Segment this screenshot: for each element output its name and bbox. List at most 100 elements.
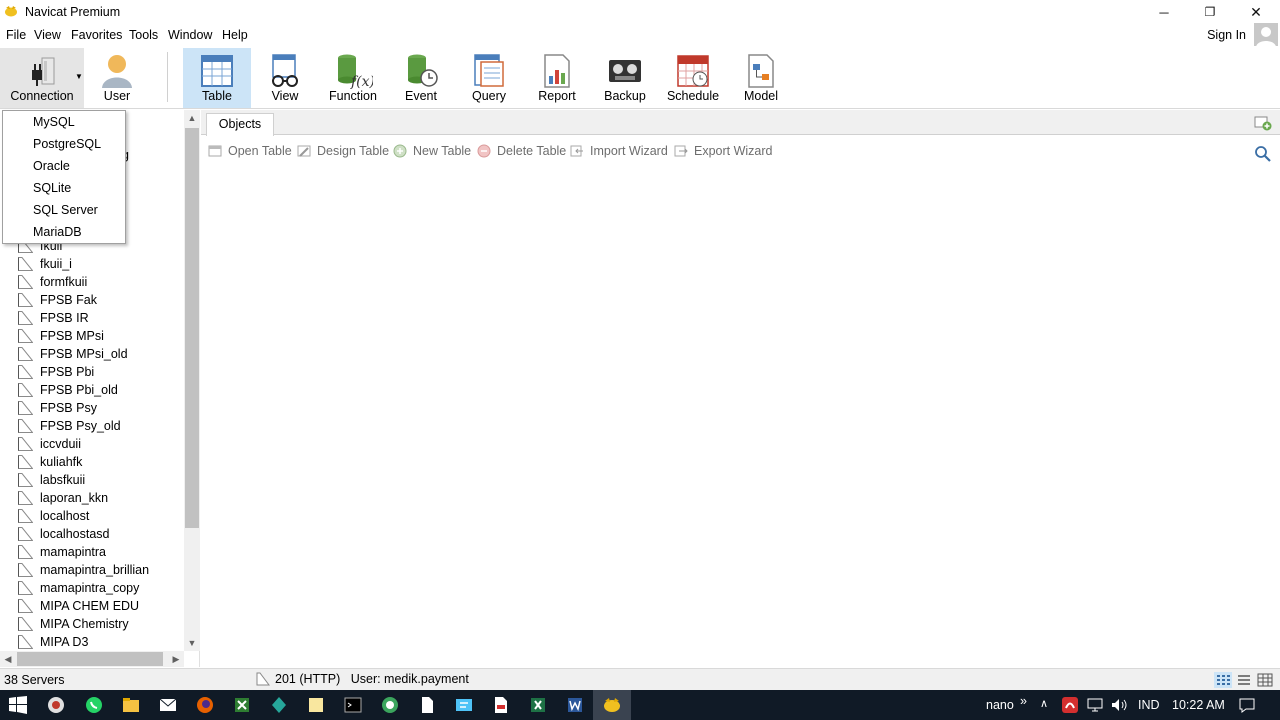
navicat-taskbar-icon[interactable]	[602, 695, 622, 715]
connection-item[interactable]: labsfkuii	[18, 471, 184, 489]
table-button[interactable]: Table	[183, 48, 251, 108]
menu-view[interactable]: View	[34, 28, 61, 42]
connection-item[interactable]: FPSB Pbi_old	[18, 381, 184, 399]
volume-icon[interactable]	[1110, 696, 1128, 714]
whatsapp-icon[interactable]	[84, 695, 104, 715]
menu-window[interactable]: Window	[168, 28, 212, 42]
schedule-button[interactable]: Schedule	[664, 48, 722, 108]
app-icon-1[interactable]	[46, 695, 66, 715]
sign-in-link[interactable]: Sign In	[1207, 28, 1246, 42]
function-button[interactable]: f(x) Function	[322, 48, 384, 108]
scroll-right-icon[interactable]: ▶	[168, 651, 184, 667]
horizontal-scrollbar[interactable]: ◀ ▶	[0, 651, 184, 667]
list-view-icon[interactable]	[1235, 672, 1253, 688]
close-button[interactable]: ✕	[1233, 0, 1279, 24]
network-icon[interactable]	[1086, 696, 1104, 714]
connection-item[interactable]: MIPA Chemistry	[18, 615, 184, 633]
export-wizard-button[interactable]: Export Wizard	[674, 144, 773, 158]
file-explorer-icon[interactable]	[121, 695, 141, 715]
avatar[interactable]	[1254, 23, 1278, 47]
mail-icon[interactable]	[158, 695, 178, 715]
connection-item[interactable]: MIPA D3	[18, 633, 184, 651]
dropdown-item-sqlite[interactable]: SQLite	[3, 177, 125, 199]
user-button[interactable]: User	[86, 48, 148, 108]
detail-view-icon[interactable]	[1256, 672, 1274, 688]
sticky-notes-icon[interactable]	[306, 695, 326, 715]
new-object-icon[interactable]	[1254, 115, 1272, 131]
connection-item[interactable]: FPSB Psy	[18, 399, 184, 417]
connection-item[interactable]: FPSB Fak	[18, 291, 184, 309]
tab-objects[interactable]: Objects	[206, 113, 274, 136]
connection-item[interactable]: FPSB IR	[18, 309, 184, 327]
connection-button[interactable]: ▼ Connection	[0, 48, 84, 108]
app-icon-5[interactable]	[454, 695, 474, 715]
connection-item[interactable]: FPSB MPsi	[18, 327, 184, 345]
firefox-icon[interactable]	[195, 695, 215, 715]
event-button[interactable]: Event	[392, 48, 450, 108]
view-button[interactable]: View	[256, 48, 314, 108]
report-button[interactable]: Report	[528, 48, 586, 108]
event-icon	[408, 54, 438, 87]
delete-table-button[interactable]: Delete Table	[477, 144, 566, 158]
connection-item[interactable]: FPSB Pbi	[18, 363, 184, 381]
app-icon-3[interactable]	[269, 695, 289, 715]
tray-expand-icon[interactable]: ∧	[1040, 697, 1048, 710]
connection-item[interactable]: iccvduii	[18, 435, 184, 453]
tray-user[interactable]: nano	[986, 698, 1014, 712]
scroll-left-icon[interactable]: ◀	[0, 651, 16, 667]
connection-item[interactable]: laporan_kkn	[18, 489, 184, 507]
objects-content-area[interactable]	[201, 166, 1280, 667]
windows-start-icon[interactable]	[8, 695, 28, 715]
connection-item[interactable]: FPSB Psy_old	[18, 417, 184, 435]
delete-table-label: Delete Table	[497, 144, 567, 158]
connection-item[interactable]: localhost	[18, 507, 184, 525]
dropdown-item-postgresql[interactable]: PostgreSQL	[3, 133, 125, 155]
scroll-up-icon[interactable]: ▲	[184, 110, 200, 126]
chevron-down-icon[interactable]: ▼	[75, 72, 83, 81]
document-icon[interactable]	[417, 695, 437, 715]
connection-item[interactable]: formfkuii	[18, 273, 184, 291]
tray-clock[interactable]: 10:22 AM	[1172, 698, 1225, 712]
app-icon-4[interactable]	[380, 695, 400, 715]
vertical-scrollbar[interactable]: ▲ ▼	[184, 110, 200, 651]
scroll-down-icon[interactable]: ▼	[184, 635, 200, 651]
hscroll-thumb[interactable]	[17, 652, 163, 666]
query-button[interactable]: Query	[460, 48, 518, 108]
import-wizard-button[interactable]: Import Wizard	[570, 144, 668, 158]
dropdown-item-mariadb[interactable]: MariaDB	[3, 221, 125, 243]
dropdown-item-sql-server[interactable]: SQL Server	[3, 199, 125, 221]
tray-chevron-icon[interactable]: »	[1020, 694, 1027, 708]
model-button[interactable]: Model	[734, 48, 788, 108]
terminal-icon[interactable]	[343, 695, 363, 715]
search-icon[interactable]	[1254, 145, 1272, 163]
antivirus-tray-icon[interactable]	[1061, 696, 1079, 714]
scroll-thumb[interactable]	[185, 128, 199, 528]
open-table-button[interactable]: Open Table	[208, 144, 292, 158]
dropdown-item-mysql[interactable]: MySQL	[3, 111, 125, 133]
connection-item[interactable]: mamapintra_copy	[18, 579, 184, 597]
backup-button[interactable]: Backup	[598, 48, 652, 108]
connection-item[interactable]: FPSB MPsi_old	[18, 345, 184, 363]
connection-item[interactable]: mamapintra	[18, 543, 184, 561]
word-icon[interactable]	[565, 695, 585, 715]
menu-file[interactable]: File	[6, 28, 26, 42]
connection-item[interactable]: kuliahfk	[18, 453, 184, 471]
app-icon-2[interactable]	[232, 695, 252, 715]
grid-view-icon[interactable]	[1214, 672, 1232, 688]
notifications-icon[interactable]	[1238, 696, 1256, 714]
connection-item[interactable]: fkuii_i	[18, 255, 184, 273]
minimize-button[interactable]: ─	[1141, 0, 1187, 24]
dropdown-item-oracle[interactable]: Oracle	[3, 155, 125, 177]
connection-item[interactable]: MIPA CHEM EDU	[18, 597, 184, 615]
pdf-icon[interactable]	[491, 695, 511, 715]
menu-tools[interactable]: Tools	[129, 28, 158, 42]
excel-icon[interactable]	[528, 695, 548, 715]
tray-language[interactable]: IND	[1138, 698, 1160, 712]
new-table-button[interactable]: New Table	[393, 144, 471, 158]
connection-item[interactable]: localhostasd	[18, 525, 184, 543]
restore-button[interactable]: ❐	[1187, 0, 1233, 24]
connection-item[interactable]: mamapintra_brillian	[18, 561, 184, 579]
menu-help[interactable]: Help	[222, 28, 248, 42]
design-table-button[interactable]: Design Table	[297, 144, 389, 158]
menu-favorites[interactable]: Favorites	[71, 28, 122, 42]
